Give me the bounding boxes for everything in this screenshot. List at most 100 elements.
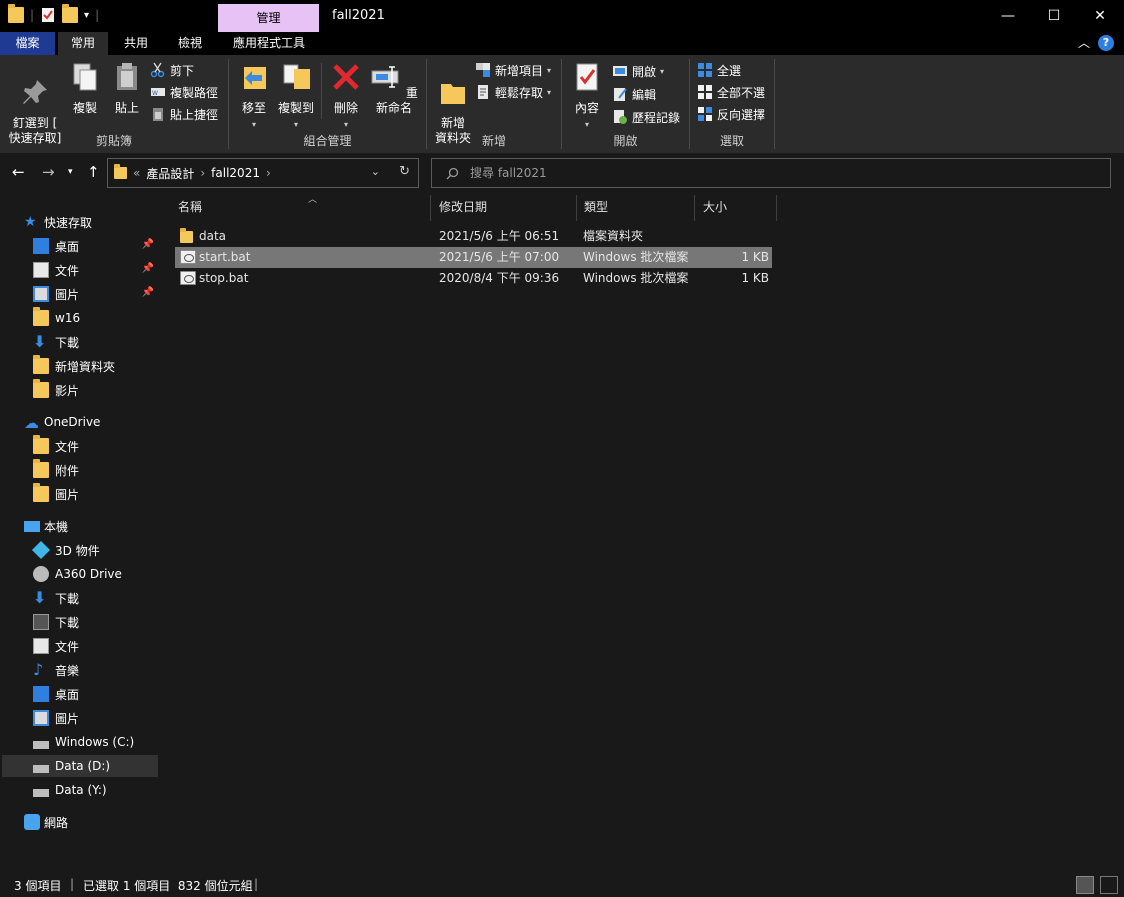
- breadcrumb-chevron-icon[interactable]: ›: [266, 166, 271, 180]
- copy-path-button[interactable]: W 複製路徑: [150, 82, 218, 102]
- edit-button[interactable]: 編輯: [612, 84, 656, 104]
- properties-button[interactable]: 內容 ▾: [568, 61, 606, 132]
- select-all-button[interactable]: 全選: [697, 60, 741, 80]
- sort-ascending-icon: ︿: [308, 195, 318, 205]
- nav-label: 圖片: [55, 711, 80, 726]
- nav-item-pc-downloads[interactable]: ⬇ 下載: [0, 587, 156, 609]
- new-item-button[interactable]: 新增項目 ▾: [475, 60, 551, 80]
- tab-view[interactable]: 檢視: [164, 32, 216, 55]
- tab-share[interactable]: 共用: [110, 32, 162, 55]
- tab-home[interactable]: 常用: [58, 32, 108, 55]
- nav-item-pc-pictures[interactable]: 圖片: [0, 707, 156, 729]
- details-view-icon[interactable]: [1076, 876, 1094, 894]
- properties-dropdown-icon: ▾: [584, 120, 589, 129]
- paste-shortcut-button[interactable]: 貼上捷徑: [150, 104, 218, 124]
- nav-onedrive[interactable]: ☁ OneDrive: [24, 411, 180, 433]
- invert-selection-icon: [698, 107, 712, 121]
- back-arrow-icon[interactable]: ←: [12, 163, 25, 181]
- paste-button[interactable]: 貼上: [108, 61, 146, 116]
- nav-item-w16[interactable]: w16: [0, 307, 156, 329]
- maximize-button[interactable]: ☐: [1031, 0, 1077, 32]
- open-dropdown-icon: ▾: [660, 66, 665, 76]
- download-arrow-icon: ⬇: [33, 332, 47, 351]
- manage-tab[interactable]: 管理: [218, 4, 319, 32]
- recent-locations-chevron-icon[interactable]: ▾: [68, 167, 73, 177]
- nav-item-3d-objects[interactable]: 3D 物件: [0, 539, 156, 561]
- nav-item-pictures[interactable]: 圖片 📌: [0, 283, 156, 305]
- tab-file[interactable]: 檔案: [0, 32, 55, 55]
- nav-item-onedrive-pictures[interactable]: 圖片: [0, 483, 156, 505]
- search-icon: [446, 167, 459, 180]
- large-icons-view-icon[interactable]: [1100, 876, 1118, 894]
- select-none-button[interactable]: 全部不選: [697, 82, 765, 102]
- delete-button[interactable]: 刪除 ▾: [327, 61, 365, 132]
- column-header-size[interactable]: 大小: [696, 195, 777, 221]
- pin-icon[interactable]: 📌: [142, 263, 154, 274]
- close-button[interactable]: ✕: [1077, 0, 1123, 32]
- move-to-button[interactable]: 移至 ▾: [235, 61, 273, 132]
- minimize-button[interactable]: —: [985, 0, 1031, 32]
- nav-item-drive-d[interactable]: Data (D:): [2, 755, 158, 777]
- nav-quick-access[interactable]: ★ 快速存取: [24, 211, 180, 233]
- nav-item-music[interactable]: ♪ 音樂: [0, 659, 156, 681]
- copy-path-icon: W: [151, 88, 165, 97]
- table-row[interactable]: data 2021/5/6 上午 06:51 檔案資料夾: [175, 226, 772, 247]
- nav-item-onedrive-attachments[interactable]: 附件: [0, 459, 156, 481]
- nav-item-drive-y[interactable]: Data (Y:): [0, 779, 156, 801]
- download-arrow-icon: ⬇: [33, 588, 47, 607]
- nav-item-videos[interactable]: 影片: [0, 379, 156, 401]
- paste-label: 貼上: [114, 101, 139, 115]
- file-name: start.bat: [199, 250, 251, 264]
- address-dropdown-icon[interactable]: ⌄: [371, 165, 380, 178]
- nav-label: Data (Y:): [55, 783, 107, 797]
- nav-this-pc[interactable]: 本機: [24, 515, 180, 537]
- drive-icon: [33, 765, 49, 773]
- nav-item-pc-desktop[interactable]: 桌面: [0, 683, 156, 705]
- nav-item-downloads[interactable]: ⬇ 下載: [0, 331, 156, 353]
- column-header-modified[interactable]: 修改日期: [432, 195, 577, 221]
- forward-arrow-icon[interactable]: →: [42, 163, 55, 181]
- search-input[interactable]: [470, 165, 1070, 181]
- address-bar[interactable]: « 產品設計 › fall2021 › ⌄ ↻: [107, 158, 419, 188]
- ribbon-tabs: 檔案 常用 共用 檢視 應用程式工具: [0, 32, 1124, 55]
- nav-item-drive-c[interactable]: Windows (C:): [0, 731, 156, 753]
- copy-to-button[interactable]: 複製到 ▾: [275, 61, 317, 132]
- nav-item-new-folder[interactable]: 新增資料夾: [0, 355, 156, 377]
- pin-icon[interactable]: 📌: [142, 239, 154, 250]
- customize-toolbar-icon[interactable]: ▾: [84, 10, 89, 21]
- open-button[interactable]: 開啟 ▾: [612, 61, 664, 81]
- move-to-label: 移至: [241, 101, 266, 115]
- nav-item-pc-documents[interactable]: 文件: [0, 635, 156, 657]
- nav-item-desktop[interactable]: 桌面 📌: [0, 235, 156, 257]
- up-arrow-icon[interactable]: ↑: [87, 163, 100, 181]
- help-icon[interactable]: ?: [1098, 34, 1114, 51]
- nav-item-pc-downloads-2[interactable]: 下載: [0, 611, 156, 633]
- breadcrumb-chevron-icon[interactable]: ›: [200, 166, 205, 180]
- invert-selection-button[interactable]: 反向選擇: [697, 104, 765, 124]
- nav-network[interactable]: 網路: [24, 811, 180, 833]
- collapse-ribbon-icon[interactable]: ︿: [1078, 34, 1090, 51]
- tab-app-tools[interactable]: 應用程式工具: [219, 32, 319, 55]
- history-button[interactable]: 歷程記錄: [612, 107, 680, 127]
- column-label: 大小: [703, 200, 728, 214]
- rename-button[interactable]: 重新命名: [367, 61, 421, 116]
- cut-button[interactable]: 剪下: [150, 60, 194, 80]
- column-header-type[interactable]: 類型: [577, 195, 695, 221]
- nav-item-onedrive-documents[interactable]: 文件: [0, 435, 156, 457]
- column-header-name[interactable]: 名稱 ︿: [171, 195, 431, 221]
- nav-label: 3D 物件: [55, 543, 100, 558]
- pin-icon[interactable]: 📌: [142, 287, 154, 298]
- breadcrumb-product-design[interactable]: 產品設計: [146, 165, 194, 182]
- table-row[interactable]: stop.bat 2020/8/4 下午 09:36 Windows 批次檔案 …: [175, 268, 772, 289]
- new-folder-icon[interactable]: [62, 4, 79, 23]
- breadcrumb-overflow[interactable]: «: [133, 166, 140, 180]
- nav-item-a360-drive[interactable]: A360 Drive: [0, 563, 156, 585]
- copy-button[interactable]: 複製: [66, 61, 104, 116]
- nav-item-documents[interactable]: 文件 📌: [0, 259, 156, 281]
- easy-access-button[interactable]: 輕鬆存取 ▾: [475, 82, 551, 102]
- search-box[interactable]: [431, 158, 1111, 188]
- table-row[interactable]: start.bat 2021/5/6 上午 07:00 Windows 批次檔案…: [175, 247, 772, 268]
- breadcrumb-fall2021[interactable]: fall2021: [211, 166, 260, 180]
- properties-check-icon[interactable]: [40, 7, 56, 23]
- refresh-icon[interactable]: ↻: [399, 164, 410, 179]
